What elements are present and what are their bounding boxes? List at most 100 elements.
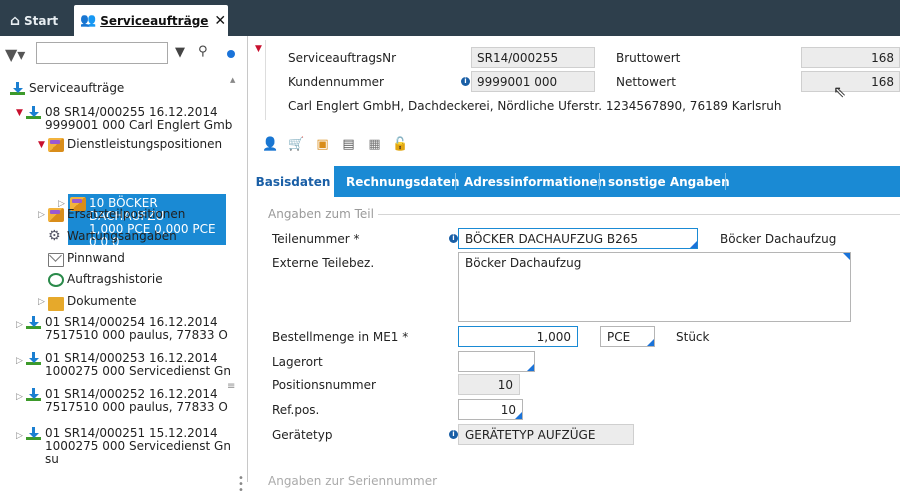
collapse-header-icon[interactable]: ▼ bbox=[255, 44, 262, 54]
device-type-field: GERÄTETYP AUFZÜGE bbox=[458, 424, 634, 445]
tab-serviceauftraege-label: Serviceaufträge bbox=[100, 13, 209, 28]
order-no-field: SR14/000255 bbox=[471, 47, 595, 68]
download-icon bbox=[26, 352, 42, 366]
net-field: 168 bbox=[801, 71, 900, 92]
tree-group-parts[interactable]: Ersatzteilpositionen bbox=[48, 208, 185, 222]
device-type-label: Gerätetyp bbox=[272, 428, 333, 442]
download-icon bbox=[26, 316, 42, 330]
tree-group-services[interactable]: Dienstleistungspositionen bbox=[48, 138, 222, 152]
expand-icon[interactable]: ▼ bbox=[16, 108, 23, 118]
pos-no-field: 10 bbox=[458, 374, 520, 395]
tab-adressinformationen[interactable]: Adressinformationen bbox=[464, 166, 606, 197]
expand-icon[interactable]: ▷ bbox=[38, 297, 45, 307]
gross-field: 168 bbox=[801, 47, 900, 68]
section-title: Angaben zum Teil bbox=[268, 207, 374, 221]
info-icon[interactable]: i bbox=[461, 77, 470, 86]
tree-order[interactable]: 01 SR14/000253 16.12.2014 1000275 000 Ser… bbox=[26, 352, 231, 378]
part-no-input[interactable]: BÖCKER DACHAUFZUG B265 bbox=[458, 228, 698, 249]
gear-icon: ⚙ bbox=[48, 228, 61, 244]
order-tree: Serviceaufträge ▼ 08 SR14/000255 16.12.2… bbox=[0, 76, 236, 482]
expand-icon[interactable]: ▷ bbox=[16, 320, 23, 330]
tab-rechnungsdaten[interactable]: Rechnungsdaten bbox=[346, 166, 460, 197]
expand-icon[interactable]: ▷ bbox=[38, 210, 45, 220]
tab-basisdaten[interactable]: Basisdaten bbox=[252, 166, 334, 197]
gross-label: Bruttowert bbox=[616, 51, 681, 65]
tree-history[interactable]: Auftragshistorie bbox=[48, 273, 163, 287]
dropdown-corner-icon bbox=[527, 364, 534, 371]
status-dot-icon[interactable] bbox=[227, 50, 235, 58]
expand-icon[interactable]: ▼ bbox=[38, 140, 45, 150]
ext-desc-textarea[interactable]: Böcker Dachaufzug bbox=[458, 252, 851, 322]
filter-menu-icon[interactable]: ▼▾ bbox=[5, 45, 25, 64]
unit-select[interactable]: PCE bbox=[600, 326, 655, 347]
part-no-label: Teilenummer * bbox=[272, 232, 360, 246]
tree-order[interactable]: 01 SR14/000251 15.12.2014 1000275 000 Ser… bbox=[26, 427, 231, 466]
tree-root[interactable]: Serviceaufträge bbox=[10, 82, 124, 96]
document-icon[interactable]: ▤ bbox=[340, 136, 357, 153]
dropdown-corner-icon bbox=[515, 412, 522, 419]
dropdown-corner-icon bbox=[647, 339, 654, 346]
tree-documents[interactable]: Dokumente bbox=[48, 295, 137, 311]
tab-separator bbox=[455, 173, 456, 190]
tree-order[interactable]: 01 SR14/000254 16.12.2014 7517510 000 pau… bbox=[26, 316, 228, 342]
ref-pos-input[interactable]: 10 bbox=[458, 399, 523, 420]
customer-address: Carl Englert GmbH, Dachdeckerei, Nördlic… bbox=[288, 99, 782, 113]
scrollbar-grip[interactable]: ≡ bbox=[227, 381, 235, 392]
ref-pos-label: Ref.pos. bbox=[272, 403, 320, 417]
tab-start-label: Start bbox=[24, 13, 59, 28]
tree-filter-input[interactable] bbox=[36, 42, 168, 64]
header-divider bbox=[265, 40, 266, 120]
folder-icon bbox=[48, 297, 64, 311]
box-icon bbox=[48, 208, 64, 222]
storage-label: Lagerort bbox=[272, 355, 323, 369]
tree-pinboard[interactable]: Pinnwand bbox=[48, 252, 125, 267]
qty-input[interactable]: 1,000 bbox=[458, 326, 578, 347]
history-icon bbox=[48, 273, 64, 287]
pos-no-label: Positionsnummer bbox=[272, 378, 376, 392]
tab-separator bbox=[599, 173, 600, 190]
cart-icon[interactable]: 🛒 bbox=[288, 136, 305, 153]
expand-icon[interactable]: ▷ bbox=[16, 392, 23, 402]
binoculars-icon[interactable]: ⚲ bbox=[198, 44, 208, 59]
left-panel: ▼▾ ▼ ⚲ Serviceaufträge ▼ 08 SR14/000255 … bbox=[0, 36, 248, 496]
service-users-icon: 👥 bbox=[80, 13, 97, 28]
user-icon[interactable]: 👤 bbox=[262, 136, 279, 153]
tab-sonstige-angaben[interactable]: sonstige Angaben bbox=[608, 166, 730, 197]
tree-order[interactable]: 01 SR14/000252 16.12.2014 7517510 000 pau… bbox=[26, 388, 228, 414]
info-icon[interactable]: i bbox=[449, 430, 458, 439]
download-icon bbox=[26, 388, 42, 402]
order-no-label: ServiceauftragsNr bbox=[288, 51, 397, 65]
left-toolbar: ▼▾ ▼ ⚲ bbox=[0, 36, 248, 72]
content-tabs: Basisdaten Rechnungsdaten Adressinformat… bbox=[252, 166, 900, 197]
mouse-cursor-icon: ⇖ bbox=[833, 82, 847, 101]
info-icon[interactable]: i bbox=[449, 234, 458, 243]
splitter-handle[interactable]: • • • bbox=[238, 474, 244, 496]
ext-desc-label: Externe Teilebez. bbox=[272, 256, 375, 270]
tree-order-active[interactable]: 08 SR14/000255 16.12.2014 9999001 000 Car… bbox=[26, 106, 232, 132]
expand-icon[interactable]: ▷ bbox=[16, 431, 23, 441]
next-section-title: Angaben zur Seriennummer bbox=[268, 474, 438, 488]
edit-corner-icon bbox=[843, 253, 850, 260]
action-toolbar: 👤 🛒 ▣ ▤ ▦ 🔓 bbox=[262, 133, 409, 155]
dropdown-corner-icon bbox=[690, 241, 697, 248]
close-icon[interactable]: ✕ bbox=[214, 13, 226, 29]
expand-icon[interactable]: ▷ bbox=[16, 356, 23, 366]
table-icon[interactable]: ▦ bbox=[366, 136, 383, 153]
storage-input[interactable] bbox=[458, 351, 535, 372]
tab-serviceauftraege[interactable]: 👥 Serviceaufträge ✕ bbox=[74, 5, 228, 36]
customer-no-field: 9999001 000 bbox=[471, 71, 595, 92]
tab-start[interactable]: ⌂ Start bbox=[4, 5, 68, 36]
qty-label: Bestellmenge in ME1 * bbox=[272, 330, 409, 344]
tree-maintenance[interactable]: ⚙ Wartungsangaben bbox=[48, 228, 177, 244]
box-icon[interactable]: ▣ bbox=[314, 136, 331, 153]
lock-icon[interactable]: 🔓 bbox=[392, 136, 409, 153]
customer-no-label: Kundennummer bbox=[288, 75, 384, 89]
part-no-description: Böcker Dachaufzug bbox=[720, 232, 837, 246]
scroll-up-icon[interactable]: ▲ bbox=[230, 76, 235, 84]
envelope-icon bbox=[48, 253, 64, 267]
tab-separator bbox=[725, 173, 726, 190]
home-icon: ⌂ bbox=[10, 12, 21, 29]
box-icon bbox=[48, 138, 64, 152]
download-icon bbox=[26, 427, 42, 441]
funnel-icon[interactable]: ▼ bbox=[175, 45, 185, 60]
